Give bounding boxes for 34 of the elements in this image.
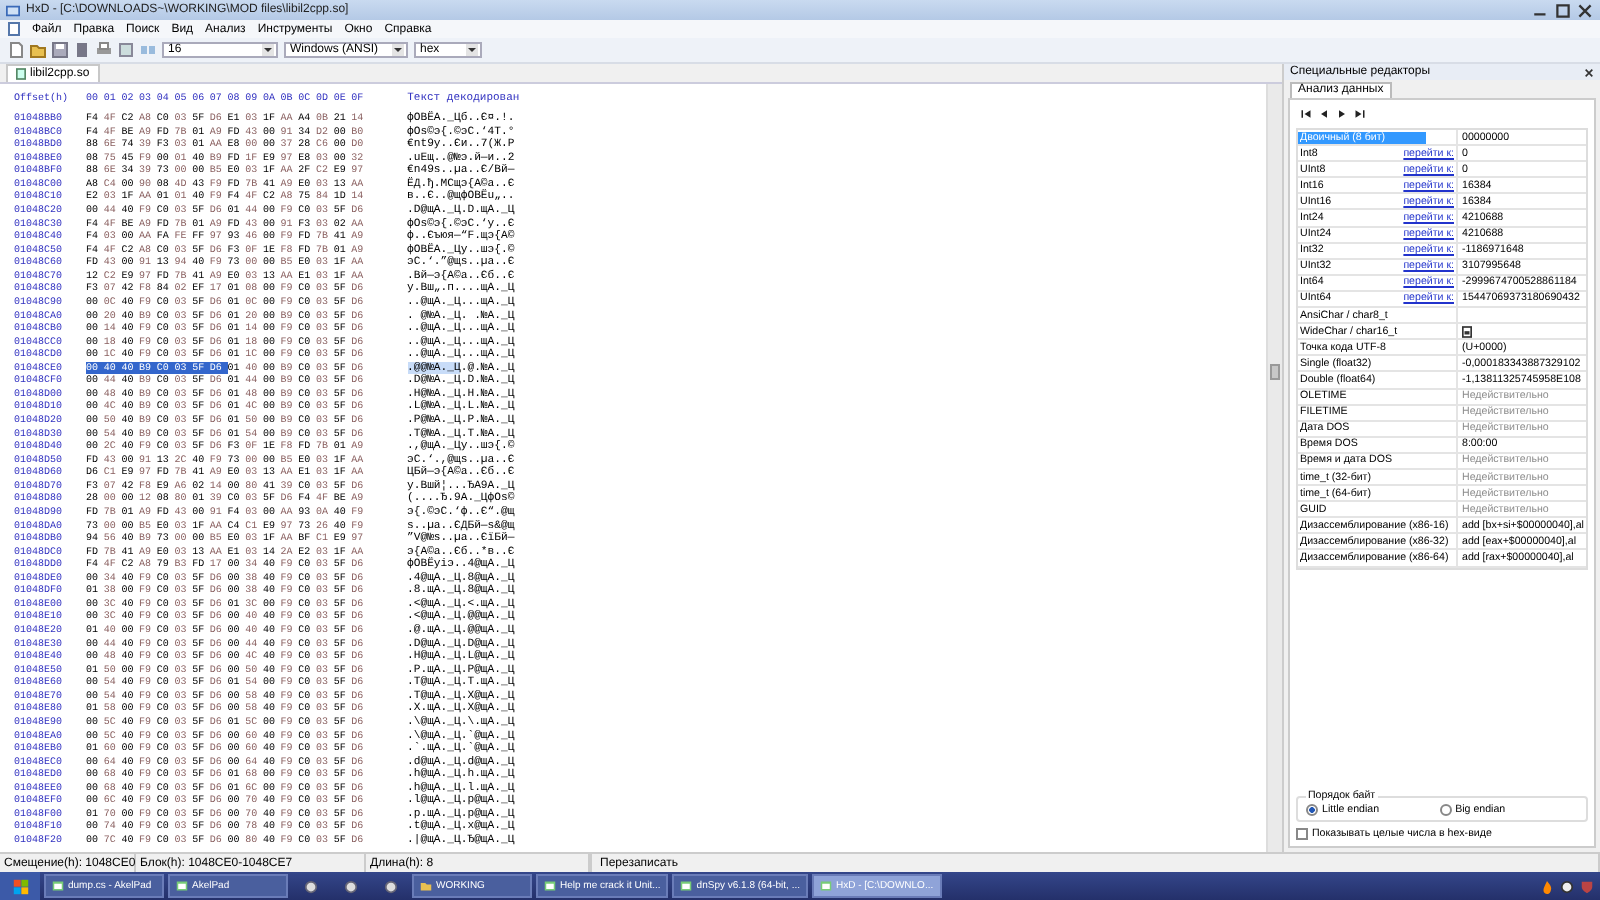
properties-icon[interactable]	[118, 42, 134, 58]
previous-icon[interactable]	[1318, 108, 1330, 120]
radio-button[interactable]	[1439, 804, 1452, 816]
dropdown-arrow-icon	[466, 44, 478, 56]
dropdown-arrow-icon	[262, 44, 274, 56]
close-icon[interactable]	[1584, 67, 1594, 77]
glyph-icon	[1462, 325, 1472, 338]
start-button[interactable]	[0, 872, 40, 900]
printer-icon[interactable]	[96, 42, 112, 58]
app-icon	[6, 3, 20, 17]
columns-icon	[140, 42, 156, 58]
save-icon[interactable]	[52, 42, 68, 58]
scrollbar[interactable]	[1266, 84, 1282, 852]
radio-button[interactable]	[1306, 804, 1318, 816]
folder-icon	[420, 880, 432, 892]
file-icon	[16, 68, 26, 80]
dropdown-arrow-icon	[392, 44, 404, 56]
window-icon	[820, 880, 832, 892]
first-icon[interactable]	[1300, 108, 1312, 120]
window-icon	[176, 880, 188, 892]
document-icon[interactable]	[74, 42, 90, 58]
checkbox[interactable]	[1296, 828, 1308, 840]
windows-logo-icon	[11, 877, 29, 895]
last-icon[interactable]	[1354, 108, 1366, 120]
next-icon[interactable]	[1336, 108, 1348, 120]
window-icon	[52, 880, 64, 892]
maximize-icon[interactable]	[1554, 3, 1572, 17]
circle-icon[interactable]	[1560, 879, 1574, 893]
window-icon	[680, 880, 693, 892]
close-icon[interactable]	[1576, 3, 1594, 17]
open-folder-icon[interactable]	[30, 42, 46, 58]
flame-icon[interactable]	[1540, 879, 1554, 893]
new-file-icon[interactable]	[8, 42, 24, 58]
window-icon	[544, 880, 556, 892]
